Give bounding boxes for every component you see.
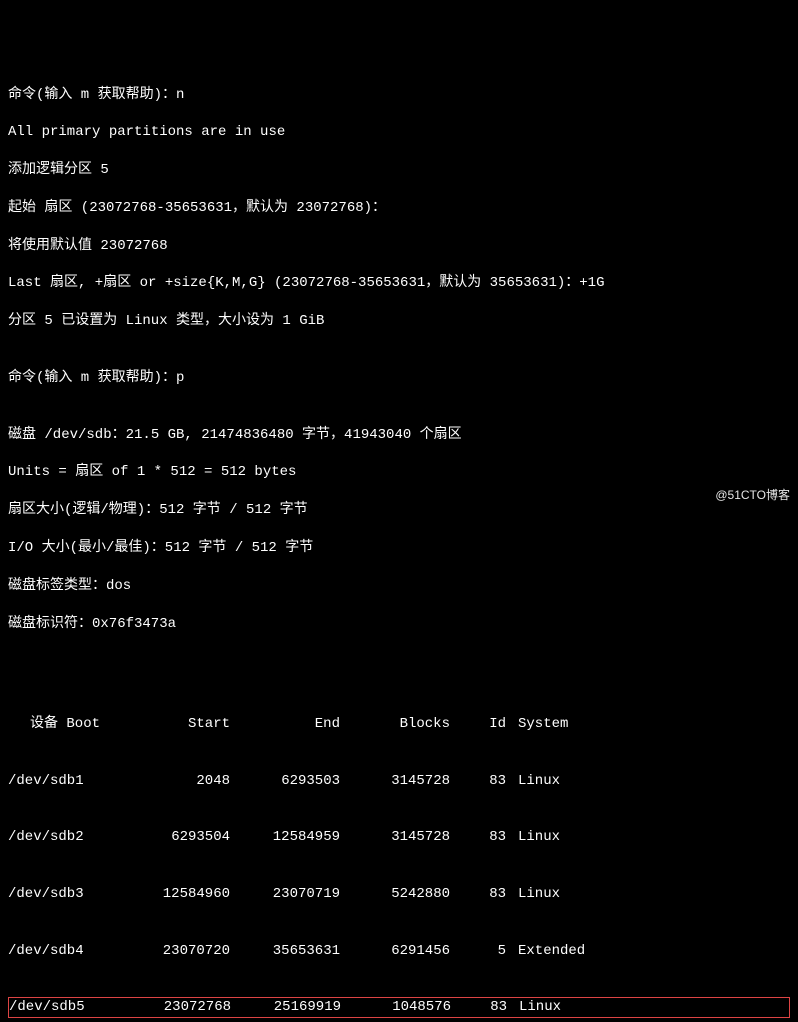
col-device: 设备 Boot [8, 715, 138, 734]
output-line: 命令(输入 m 获取帮助)：n [8, 86, 790, 105]
cell-system: Linux [518, 828, 618, 847]
output-line: 将使用默认值 23072768 [8, 237, 790, 256]
cell-end: 23070719 [248, 885, 358, 904]
cell-id: 83 [468, 885, 518, 904]
cell-device: /dev/sdb1 [8, 772, 138, 791]
col-blocks: Blocks [358, 715, 468, 734]
output-line: Last 扇区, +扇区 or +size{K,M,G} (23072768-3… [8, 274, 790, 293]
table-row: /dev/sdb2 6293504 12584959 3145728 83 Li… [8, 828, 790, 847]
output-line: 起始 扇区 (23072768-35653631，默认为 23072768)： [8, 199, 790, 218]
cell-device: /dev/sdb4 [8, 942, 138, 961]
cell-end: 35653631 [248, 942, 358, 961]
table-row-highlighted: /dev/sdb5 23072768 25169919 1048576 83 L… [8, 997, 790, 1018]
cell-id: 83 [468, 828, 518, 847]
col-end: End [248, 715, 358, 734]
table-row: /dev/sdb4 23070720 35653631 6291456 5 Ex… [8, 942, 790, 961]
cell-blocks: 6291456 [358, 942, 468, 961]
cell-blocks: 5242880 [358, 885, 468, 904]
col-start: Start [138, 715, 248, 734]
watermark: @51CTO博客 [715, 487, 790, 503]
table-row: /dev/sdb3 12584960 23070719 5242880 83 L… [8, 885, 790, 904]
cell-id: 83 [468, 772, 518, 791]
cell-id: 5 [468, 942, 518, 961]
cell-system: Linux [518, 772, 618, 791]
output-line: I/O 大小(最小/最佳)：512 字节 / 512 字节 [8, 539, 790, 558]
cell-end: 12584959 [248, 828, 358, 847]
cell-id: 83 [469, 998, 519, 1017]
table-header: 设备 Boot Start End Blocks Id System [8, 715, 790, 734]
cell-device: /dev/sdb5 [9, 998, 139, 1017]
cell-blocks: 3145728 [358, 772, 468, 791]
cell-blocks: 1048576 [359, 998, 469, 1017]
cell-start: 23070720 [138, 942, 248, 961]
cell-start: 2048 [138, 772, 248, 791]
cell-system: Extended [518, 942, 618, 961]
cell-end: 6293503 [248, 772, 358, 791]
output-line: 磁盘标签类型：dos [8, 577, 790, 596]
cell-blocks: 3145728 [358, 828, 468, 847]
col-system: System [518, 715, 618, 734]
output-line: 磁盘标识符：0x76f3473a [8, 615, 790, 634]
output-line: 命令(输入 m 获取帮助)：p [8, 369, 790, 388]
cell-start: 23072768 [139, 998, 249, 1017]
output-line: Units = 扇区 of 1 * 512 = 512 bytes [8, 463, 790, 482]
col-id: Id [468, 715, 518, 734]
output-line: 添加逻辑分区 5 [8, 161, 790, 180]
partition-table: 设备 Boot Start End Blocks Id System /dev/… [8, 677, 790, 1022]
table-row: /dev/sdb1 2048 6293503 3145728 83 Linux [8, 772, 790, 791]
output-line: All primary partitions are in use [8, 123, 790, 142]
cell-start: 6293504 [138, 828, 248, 847]
output-line: 磁盘 /dev/sdb：21.5 GB, 21474836480 字节，4194… [8, 426, 790, 445]
cell-start: 12584960 [138, 885, 248, 904]
cell-end: 25169919 [249, 998, 359, 1017]
output-line: 分区 5 已设置为 Linux 类型，大小设为 1 GiB [8, 312, 790, 331]
cell-device: /dev/sdb2 [8, 828, 138, 847]
cell-device: /dev/sdb3 [8, 885, 138, 904]
cell-system: Linux [518, 885, 618, 904]
cell-system: Linux [519, 998, 619, 1017]
